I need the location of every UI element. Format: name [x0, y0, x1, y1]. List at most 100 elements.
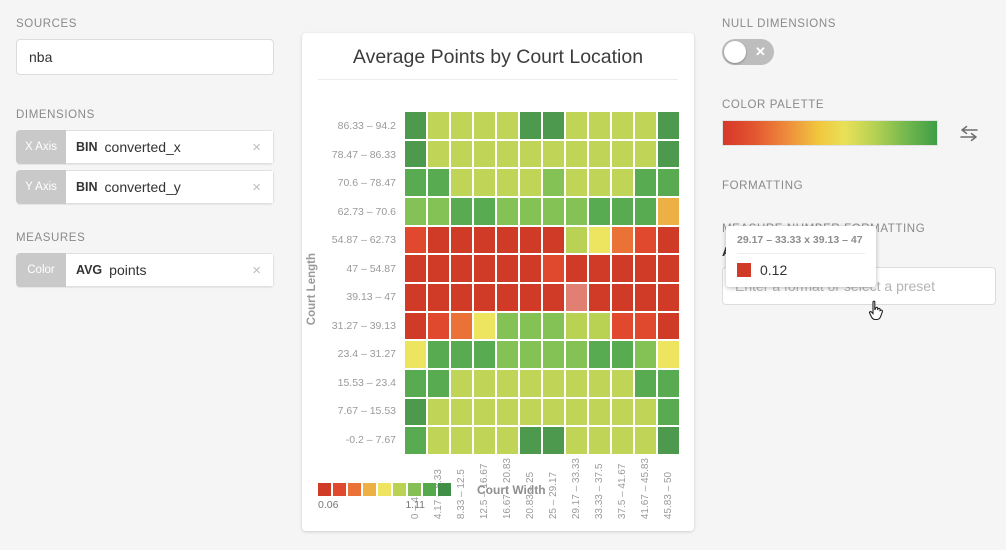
- heatmap-cell[interactable]: [474, 284, 495, 311]
- heatmap-cell[interactable]: [612, 370, 633, 397]
- heatmap-cell[interactable]: [589, 198, 610, 225]
- y-axis-field[interactable]: BIN converted_y ×: [66, 170, 274, 204]
- null-dimensions-toggle[interactable]: ✕: [722, 39, 774, 65]
- heatmap-cell[interactable]: [658, 313, 679, 340]
- remove-y-axis-icon[interactable]: ×: [250, 180, 263, 195]
- heatmap-cell[interactable]: [428, 141, 449, 168]
- heatmap-cell[interactable]: [635, 370, 656, 397]
- heatmap-cell[interactable]: [474, 313, 495, 340]
- heatmap-cell[interactable]: [474, 141, 495, 168]
- heatmap-cell[interactable]: [543, 227, 564, 254]
- heatmap-cell[interactable]: [543, 313, 564, 340]
- heatmap-cell[interactable]: [451, 112, 472, 139]
- heatmap-cell[interactable]: [428, 427, 449, 454]
- heatmap-cell[interactable]: [428, 169, 449, 196]
- heatmap-cell[interactable]: [474, 169, 495, 196]
- heatmap-cell[interactable]: [405, 370, 426, 397]
- heatmap-cell[interactable]: [589, 227, 610, 254]
- heatmap-cell[interactable]: [428, 399, 449, 426]
- heatmap-cell[interactable]: [520, 284, 541, 311]
- heatmap-cell[interactable]: [451, 198, 472, 225]
- heatmap-cell[interactable]: [543, 370, 564, 397]
- heatmap-cell[interactable]: [474, 370, 495, 397]
- dimension-row-x-axis[interactable]: X Axis BIN converted_x ×: [16, 130, 274, 164]
- heatmap-cell[interactable]: [497, 284, 518, 311]
- heatmap-cell[interactable]: [658, 341, 679, 368]
- heatmap-cell[interactable]: [612, 141, 633, 168]
- heatmap-cell[interactable]: [635, 141, 656, 168]
- heatmap-cell[interactable]: [589, 141, 610, 168]
- heatmap-cell[interactable]: [566, 141, 587, 168]
- heatmap-cell[interactable]: [405, 313, 426, 340]
- heatmap-cell[interactable]: [566, 370, 587, 397]
- heatmap-cell[interactable]: [543, 141, 564, 168]
- heatmap-cell[interactable]: [543, 112, 564, 139]
- heatmap-cell[interactable]: [520, 141, 541, 168]
- heatmap-cell[interactable]: [405, 399, 426, 426]
- heatmap-cell[interactable]: [635, 313, 656, 340]
- heatmap-cell[interactable]: [451, 341, 472, 368]
- heatmap-cell[interactable]: [566, 341, 587, 368]
- measure-row-color[interactable]: Color AVG points ×: [16, 253, 274, 287]
- heatmap-cell[interactable]: [635, 341, 656, 368]
- heatmap-cell[interactable]: [658, 284, 679, 311]
- heatmap-cell[interactable]: [612, 255, 633, 282]
- swap-arrows-icon[interactable]: [958, 124, 980, 142]
- heatmap-cell[interactable]: [589, 284, 610, 311]
- heatmap-cell[interactable]: [543, 169, 564, 196]
- heatmap-cell[interactable]: [474, 427, 495, 454]
- heatmap-cell[interactable]: [497, 370, 518, 397]
- heatmap-cell[interactable]: [451, 313, 472, 340]
- heatmap-cell[interactable]: [520, 227, 541, 254]
- heatmap-cell[interactable]: [612, 427, 633, 454]
- heatmap-cell[interactable]: [543, 341, 564, 368]
- heatmap-cell[interactable]: [566, 169, 587, 196]
- heatmap-cell[interactable]: [635, 255, 656, 282]
- dimension-row-y-axis[interactable]: Y Axis BIN converted_y ×: [16, 170, 274, 204]
- heatmap-cell[interactable]: [497, 141, 518, 168]
- heatmap-cell[interactable]: [520, 313, 541, 340]
- heatmap-cell[interactable]: [451, 284, 472, 311]
- heatmap-cell[interactable]: [612, 284, 633, 311]
- heatmap-cell[interactable]: [451, 427, 472, 454]
- heatmap-cell[interactable]: [428, 370, 449, 397]
- color-palette-gradient[interactable]: [722, 120, 938, 146]
- heatmap-cell[interactable]: [589, 255, 610, 282]
- heatmap-cell[interactable]: [405, 427, 426, 454]
- heatmap-cell[interactable]: [543, 255, 564, 282]
- heatmap-cell[interactable]: [635, 169, 656, 196]
- heatmap-cell[interactable]: [543, 198, 564, 225]
- heatmap-cell[interactable]: [451, 399, 472, 426]
- heatmap-cell[interactable]: [566, 227, 587, 254]
- heatmap-cell[interactable]: [612, 313, 633, 340]
- heatmap-grid[interactable]: [405, 112, 679, 454]
- heatmap-cell[interactable]: [497, 399, 518, 426]
- heatmap-cell[interactable]: [658, 399, 679, 426]
- heatmap-cell[interactable]: [428, 341, 449, 368]
- heatmap-cell[interactable]: [589, 399, 610, 426]
- heatmap-cell[interactable]: [635, 399, 656, 426]
- heatmap-cell[interactable]: [474, 341, 495, 368]
- heatmap-cell[interactable]: [497, 169, 518, 196]
- heatmap-cell[interactable]: [428, 227, 449, 254]
- heatmap-cell[interactable]: [589, 341, 610, 368]
- heatmap-cell[interactable]: [451, 169, 472, 196]
- heatmap-cell[interactable]: [520, 255, 541, 282]
- heatmap-cell[interactable]: [451, 227, 472, 254]
- heatmap-cell[interactable]: [405, 284, 426, 311]
- heatmap-cell[interactable]: [497, 341, 518, 368]
- heatmap-cell[interactable]: [451, 370, 472, 397]
- heatmap-cell[interactable]: [543, 427, 564, 454]
- heatmap-cell[interactable]: [428, 313, 449, 340]
- heatmap-cell[interactable]: [589, 112, 610, 139]
- heatmap-cell[interactable]: [612, 227, 633, 254]
- heatmap-cell[interactable]: [520, 399, 541, 426]
- heatmap-cell[interactable]: [405, 255, 426, 282]
- heatmap-cell[interactable]: [566, 112, 587, 139]
- heatmap-cell[interactable]: [566, 313, 587, 340]
- heatmap-cell[interactable]: [451, 141, 472, 168]
- heatmap-cell[interactable]: [543, 284, 564, 311]
- heatmap-cell[interactable]: [474, 399, 495, 426]
- heatmap-cell[interactable]: [497, 313, 518, 340]
- heatmap-cell[interactable]: [635, 198, 656, 225]
